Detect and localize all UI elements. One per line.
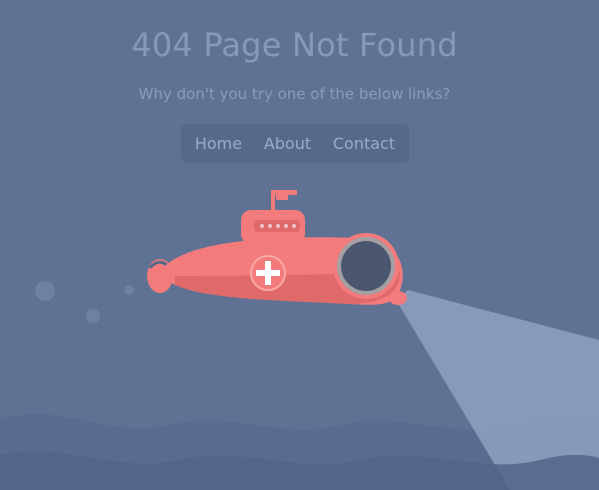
bubble-small: [124, 285, 134, 295]
underwater-scene: [0, 190, 599, 490]
submarine: [147, 190, 407, 305]
bubble-medium: [86, 309, 100, 323]
bubble-large: [35, 281, 55, 301]
